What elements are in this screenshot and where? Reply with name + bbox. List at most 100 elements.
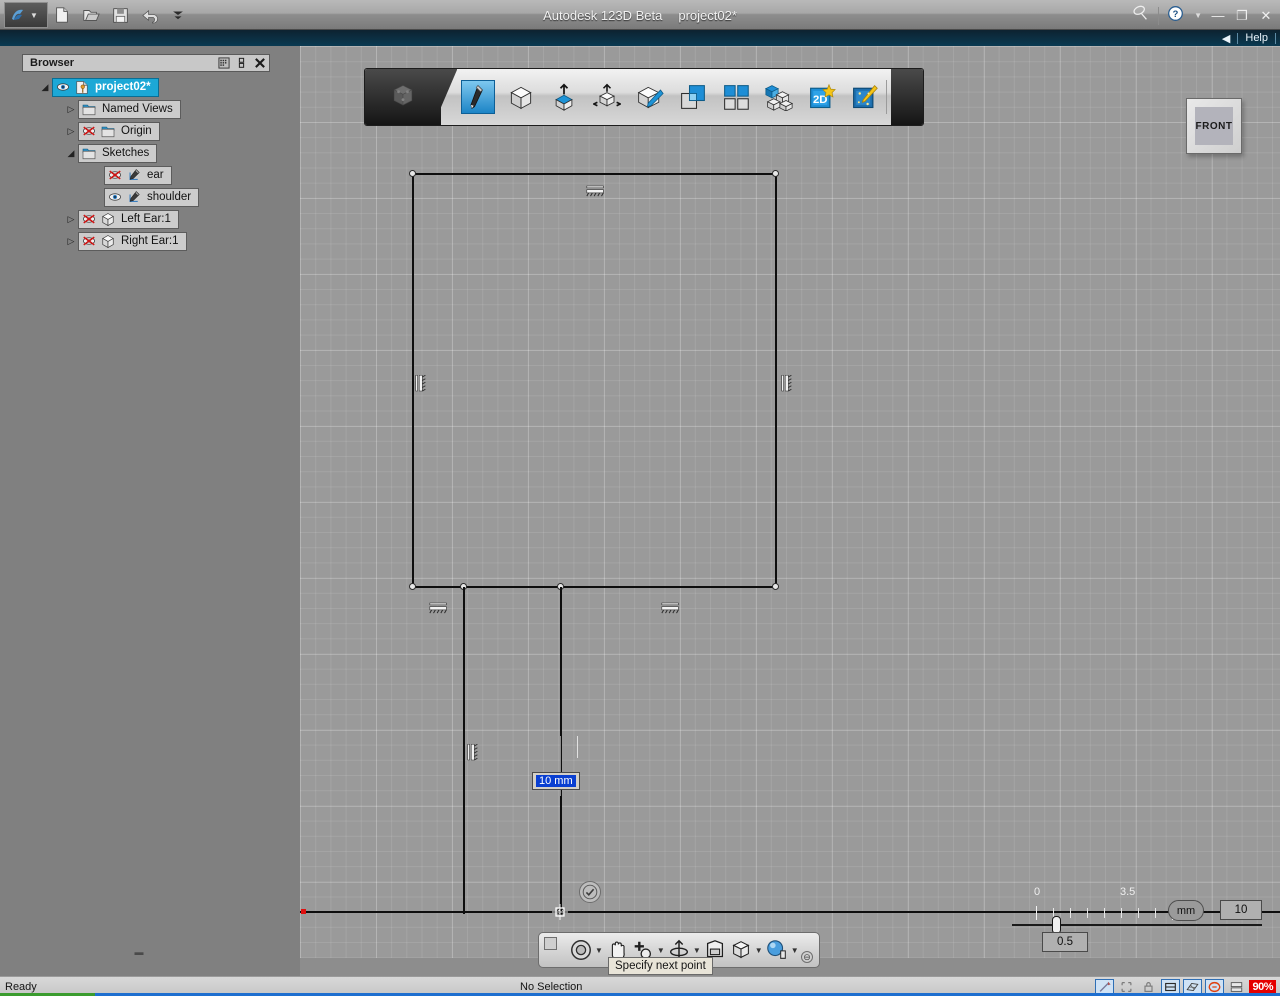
tree-item-chip[interactable]: ear [104, 165, 172, 185]
tree-expand-arrow-closed[interactable]: ▷ [64, 214, 78, 225]
save-icon[interactable] [110, 5, 130, 25]
sketch-point[interactable] [772, 170, 779, 177]
arrange-button[interactable] [719, 80, 753, 114]
toolbar-home-button[interactable] [365, 69, 442, 125]
snap-icon-glyph [1100, 981, 1112, 992]
vertical-constraint-icon[interactable] [414, 373, 436, 392]
eye-visible-icon[interactable] [55, 80, 71, 95]
eye-hidden-icon[interactable] [81, 124, 97, 139]
extrude-button[interactable] [547, 80, 581, 114]
tree-item-sketches[interactable]: ◢ Sketches [22, 142, 282, 164]
sketch-point[interactable] [409, 583, 416, 590]
horizontal-constraint-icon[interactable] [585, 184, 607, 198]
grid-size-field[interactable]: 10 [1220, 900, 1262, 920]
tree-item-chip[interactable]: Sketches [78, 143, 158, 163]
browser-filter-icon[interactable] [217, 57, 230, 70]
dimension-value[interactable]: 10 mm [536, 775, 576, 787]
steering-wheel-button[interactable]: ▼ [569, 938, 603, 962]
drawing-2d-button[interactable]: 2D [805, 80, 839, 114]
browser-dock-icon[interactable] [235, 57, 248, 70]
tree-item-label: Sketches [102, 147, 150, 159]
tree-item-chip[interactable]: Origin [78, 121, 160, 141]
view-cube[interactable]: FRONT [1186, 98, 1242, 154]
view-cube-face-label[interactable]: FRONT [1195, 107, 1233, 145]
sketch-point[interactable] [409, 170, 416, 177]
tree-item-right-ear-1[interactable]: ▷ Right Ear:1 [22, 230, 282, 252]
pane-resize-handle[interactable]: ▬ [128, 948, 150, 957]
undo-icon[interactable] [139, 5, 159, 25]
vertical-constraint-icon[interactable] [780, 373, 802, 392]
tree-item-origin[interactable]: ▷ Origin [22, 120, 282, 142]
primitives-button[interactable] [504, 80, 538, 114]
unit-selector[interactable]: mm [1168, 900, 1204, 921]
sign-in-icon[interactable] [1132, 4, 1150, 27]
combine-button[interactable] [676, 80, 710, 114]
tree-item-project02[interactable]: ◢ project02* [22, 76, 282, 98]
minimize-button[interactable]: — [1210, 8, 1226, 24]
help-prev-arrow[interactable]: ◀ [1222, 32, 1230, 45]
application-menu-button[interactable]: ▼ [4, 2, 48, 28]
view-cube-button[interactable]: ▼ [729, 938, 763, 962]
sketch-tool-button[interactable] [461, 80, 496, 114]
smart-tool-button[interactable] [848, 80, 882, 114]
tree-expand-arrow-closed[interactable]: ▷ [64, 126, 78, 137]
eye-hidden-icon[interactable] [81, 234, 97, 249]
chevron-down-icon[interactable]: ▼ [1194, 11, 1202, 20]
help-icon[interactable]: ? [1167, 5, 1184, 27]
confirm-sketch-button[interactable] [579, 881, 601, 903]
pattern-button[interactable] [633, 80, 667, 114]
chevron-down-icon[interactable]: ▼ [791, 946, 799, 955]
sketch-line-right[interactable] [775, 173, 777, 588]
chevron-down-icon[interactable]: ▼ [755, 946, 763, 955]
browser-close-icon[interactable] [253, 57, 266, 70]
horizontal-constraint-icon[interactable] [660, 601, 682, 615]
chevron-down-icon[interactable]: ▼ [693, 946, 701, 955]
vertical-constraint-icon[interactable] [466, 742, 488, 761]
help-link[interactable]: Help [1245, 32, 1268, 44]
sketch-line-drop-left[interactable] [463, 587, 465, 914]
maximize-button[interactable]: ❐ [1234, 8, 1250, 24]
snap-tick [1036, 906, 1037, 920]
viewport-canvas[interactable]: 2D FRONT 10 mm 0 3.5 mm 10 0.5 [300, 46, 1280, 976]
chevron-down-icon[interactable]: ▼ [595, 946, 603, 955]
sketch-point[interactable] [772, 583, 779, 590]
tree-item-chip[interactable]: Named Views [78, 99, 181, 119]
customize-qat-icon[interactable] [168, 5, 188, 25]
dimension-input-box[interactable]: 10 mm [532, 772, 580, 790]
eye-hidden-icon[interactable] [107, 168, 123, 183]
display-style-button[interactable]: ▼ [765, 938, 799, 962]
tree-item-ear[interactable]: ear [22, 164, 282, 186]
snap-size-field[interactable]: 0.5 [1042, 932, 1088, 952]
snap-slider-track[interactable] [1012, 924, 1262, 926]
tree-item-chip[interactable]: Left Ear:1 [78, 209, 179, 229]
chevron-down-icon[interactable]: ▼ [657, 946, 665, 955]
tree-expand-arrow-open[interactable]: ◢ [38, 82, 52, 93]
eye-visible-icon[interactable] [107, 190, 123, 205]
navbar-minimize-button[interactable]: ⊖ [801, 951, 813, 963]
tree-expand-arrow-closed[interactable]: ▷ [64, 104, 78, 115]
eye-hidden-icon[interactable] [81, 212, 97, 227]
tree-item-shoulder[interactable]: shoulder [22, 186, 282, 208]
tree-item-left-ear-1[interactable]: ▷ Left Ear:1 [22, 208, 282, 230]
sphere-shading-icon [766, 940, 786, 959]
tree-expand-arrow-open[interactable]: ◢ [64, 148, 78, 159]
vertical-constraint-icon [415, 374, 426, 392]
tree-item-chip[interactable]: Right Ear:1 [78, 231, 187, 251]
solid-body-icon [100, 234, 116, 249]
assemble-button[interactable] [762, 80, 796, 114]
quick-access-toolbar [52, 3, 188, 27]
open-icon[interactable] [81, 5, 101, 25]
cube-view-icon [732, 941, 750, 959]
model-tree[interactable]: ◢ project02* ▷ Named Views ▷ Origin ◢ Sketches e… [22, 76, 282, 252]
tree-expand-arrow-closed[interactable]: ▷ [64, 236, 78, 247]
close-button[interactable]: ✕ [1258, 8, 1274, 24]
horizontal-constraint-icon[interactable] [428, 601, 450, 615]
folder-icon [101, 126, 115, 137]
grid-plane-icon-glyph [1186, 982, 1199, 991]
tree-item-named-views[interactable]: ▷ Named Views [22, 98, 282, 120]
modify-button[interactable] [590, 80, 624, 114]
tree-item-chip[interactable]: project02* [52, 77, 159, 97]
tree-item-chip[interactable]: shoulder [104, 187, 200, 207]
new-icon[interactable] [52, 5, 72, 25]
sketch-line-top[interactable] [412, 173, 776, 175]
